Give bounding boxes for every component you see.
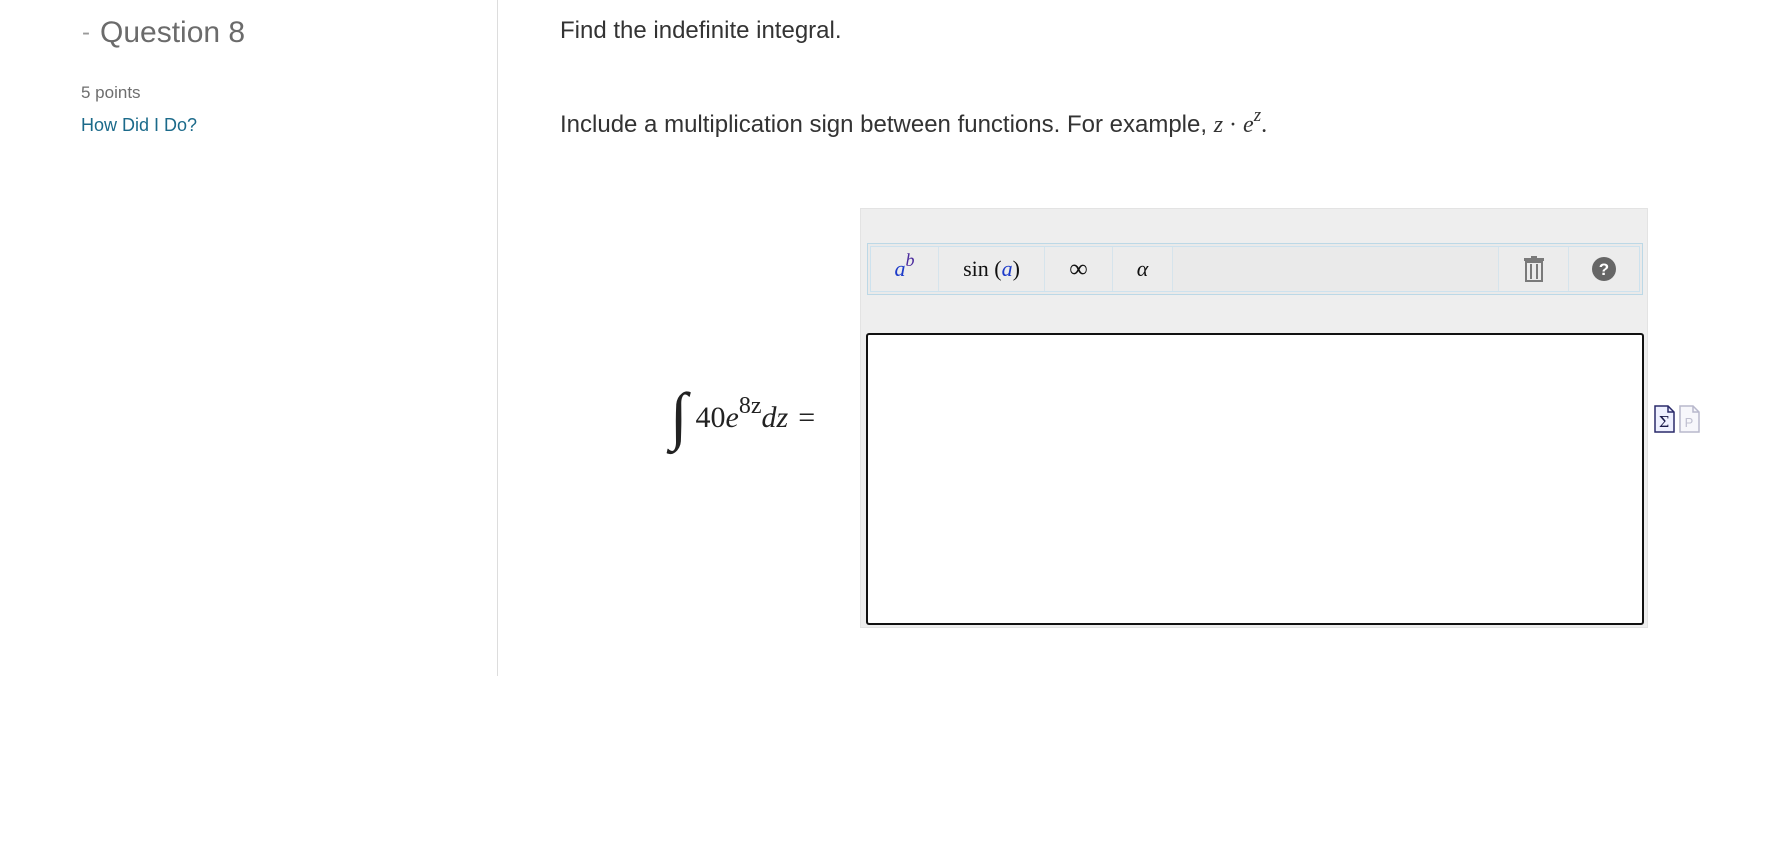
greek-button[interactable]: α (1113, 247, 1173, 291)
help-icon: ? (1592, 257, 1616, 281)
equals-sign: = (798, 401, 816, 434)
toolbar-spacer (1173, 247, 1499, 291)
example-math: z · ez. (1213, 105, 1268, 138)
sin-open: ( (994, 256, 1002, 281)
question-sidebar: - Question 8 5 points How Did I Do? (0, 0, 498, 676)
alpha-symbol: α (1136, 256, 1149, 281)
question-header: - Question 8 (82, 16, 245, 50)
svg-text:P: P (1685, 415, 1694, 430)
question-title: Question 8 (100, 16, 246, 49)
math-editor-panel: ab sin (a) ∞ α ? (860, 208, 1648, 628)
integral-differential: dz (761, 401, 789, 434)
collapse-toggle[interactable]: - (82, 19, 90, 47)
integral-expression: ∫ 40 e 8z dz = (670, 378, 815, 458)
math-toolbar: ab sin (a) ∞ α ? (867, 243, 1643, 295)
instruction-text: Include a multiplication sign between fu… (560, 105, 1268, 139)
plain-text-icon[interactable]: P (1679, 405, 1700, 433)
trash-icon (1523, 256, 1544, 282)
integral-sign: ∫ (670, 380, 688, 451)
infinity-symbol: ∞ (1069, 254, 1088, 283)
question-prompt: Find the indefinite integral. (560, 17, 842, 44)
power-base: a (894, 256, 906, 281)
answer-input[interactable] (866, 333, 1644, 625)
integral-base: e (725, 401, 739, 434)
clear-button[interactable] (1499, 247, 1569, 291)
editor-mode-icons: Σ P (1654, 405, 1700, 433)
example-dot: · (1229, 112, 1238, 138)
toolbar-inner: ab sin (a) ∞ α ? (870, 246, 1640, 292)
sin-close: ) (1012, 256, 1020, 281)
power-button[interactable]: ab (871, 247, 939, 291)
sin-button[interactable]: sin (a) (939, 247, 1045, 291)
example-z: z (1213, 112, 1224, 138)
example-period: . (1261, 112, 1268, 138)
svg-text:Σ: Σ (1659, 413, 1670, 431)
sin-fn: sin (963, 256, 989, 281)
integral-exponent: 8z (738, 392, 762, 419)
example-e: e (1243, 112, 1254, 138)
example-exponent: z (1253, 105, 1262, 126)
sin-arg: a (1001, 256, 1013, 281)
power-exponent: b (905, 249, 915, 270)
points-label: 5 points (81, 83, 141, 102)
how-did-i-do-link[interactable]: How Did I Do? (81, 115, 197, 136)
equation-editor-icon[interactable]: Σ (1654, 405, 1675, 433)
integral-coefficient: 40 (695, 401, 726, 434)
instruction-sentence: Include a multiplication sign between fu… (560, 111, 1208, 138)
page: - Question 8 5 points How Did I Do? Find… (0, 0, 1788, 865)
help-button[interactable]: ? (1569, 247, 1639, 291)
svg-text:?: ? (1599, 260, 1609, 279)
infinity-button[interactable]: ∞ (1045, 247, 1113, 291)
